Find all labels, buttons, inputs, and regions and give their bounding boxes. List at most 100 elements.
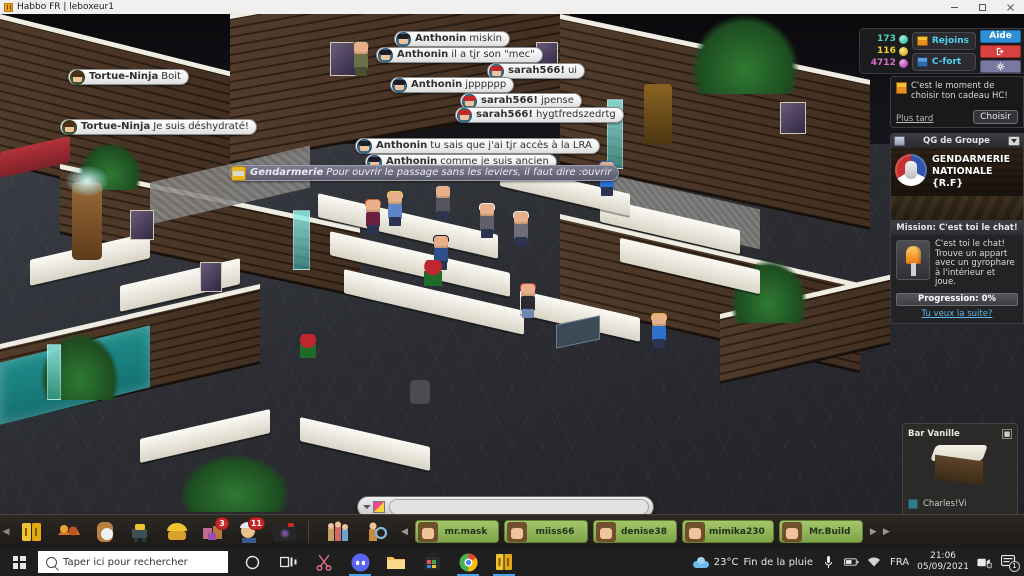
hc-toast-content: C'est le moment de choisir ton cadeau HC… [896,81,1018,101]
chat-bubble-system[interactable]: Gendarmerie Pour ouvrir le passage sans … [229,165,620,181]
avatar[interactable] [434,185,452,220]
hud-action-list: Aide [980,29,1021,73]
currency-credits[interactable]: 116 [865,46,908,57]
help-button[interactable]: Aide [980,29,1021,43]
chat-bubble[interactable]: Anthonin il a tjr son "mec" [376,47,543,63]
task-view-icon[interactable] [270,548,306,576]
ducket-icon [898,58,908,68]
avatar[interactable] [650,313,668,348]
cortana-icon[interactable] [234,548,270,576]
snipping-tool-icon[interactable] [306,548,342,576]
mission-progress: Progression: 0% [896,292,1018,306]
currency-list: 173 116 4712 [865,34,908,69]
avatar [418,521,438,542]
chat-color-swatch [373,501,385,513]
taskbar-icons [234,548,522,576]
friends-list-icon[interactable] [323,518,353,546]
inventory-icon[interactable]: 3 [198,516,229,546]
friends-group [317,518,399,546]
friend-chat-list: ◀ mr.mask miiss66 denise38 mimika230 Mr.… [399,520,1024,543]
windows-start-icon[interactable] [0,548,38,576]
microphone-icon[interactable] [821,555,836,569]
navigator-icon[interactable] [54,518,84,546]
google-chrome-icon[interactable] [450,548,486,576]
chat-style-icon[interactable] [361,498,387,514]
discord-icon[interactable] [342,548,378,576]
avatar [781,521,802,542]
camera-icon[interactable] [270,518,300,546]
microsoft-store-icon[interactable] [414,548,450,576]
chat-avatar-icon [62,119,77,135]
friend-chat-tab[interactable]: denise38 [593,520,677,543]
chat-bubble[interactable]: sarah566! hygtfredszedrtg [455,107,624,123]
chat-bubble[interactable]: Tortue-Ninja Je suis déshydraté! [60,119,257,135]
owner-icon [908,499,918,509]
choose-button[interactable]: Choisir [973,110,1018,124]
avatar[interactable] [364,199,382,234]
chevron-right-icon[interactable]: ▶ [881,523,892,541]
avatar[interactable] [478,203,496,238]
habbo-app-icon[interactable] [486,548,522,576]
avatar[interactable] [519,283,537,318]
search-icon [46,556,57,568]
cfort-button[interactable]: C-fort [911,52,977,71]
avatar [685,521,705,542]
chat-input[interactable] [389,499,649,514]
taskbar-search[interactable]: Taper ici pour rechercher [38,551,228,573]
chat-bubble[interactable]: Anthonin tu sais que j'ai tjr accès à la… [355,138,600,154]
avatar[interactable] [386,191,404,226]
avatar-profile-icon[interactable] [90,518,120,546]
screen: Habbo FR | leboxeur1 Tortue-Ninja Boit T… [0,0,1024,576]
habbo-home-icon[interactable] [18,518,48,546]
chevron-right-icon[interactable]: ▶ [868,523,879,541]
pet-dog[interactable] [470,406,492,428]
weather-condition: Fin de la pluie [743,556,813,568]
friend-chat-tab[interactable]: mimika230 [682,520,774,543]
avatar[interactable] [512,211,530,246]
friend-chat-tab[interactable]: miiss66 [504,520,588,543]
weather-widget[interactable]: 23°C Fin de la pluie [692,556,813,568]
pet-dog[interactable] [410,380,430,404]
wifi-icon[interactable] [867,556,882,568]
logout-button[interactable] [980,44,1021,58]
chat-bubble[interactable]: Anthonin jpppppp [390,77,515,93]
later-link[interactable]: Plus tard [896,114,933,124]
friend-chat-tab[interactable]: mr.mask [415,520,499,543]
chat-bubble[interactable]: Tortue-Ninja Boit [68,69,189,85]
game-toolbar: ◀ 3 11 ◀ mr.mask miiss66 denise38 mimika… [0,514,1024,548]
action-center-icon[interactable]: 1 [1000,555,1020,572]
language-indicator[interactable]: FRA [890,557,909,568]
chevron-down-icon[interactable] [1008,136,1020,146]
group-hq-body[interactable]: GENDARMERIE NATIONALE {R.F} [891,148,1023,196]
chevron-left-icon[interactable]: ◀ [399,523,410,541]
close-icon[interactable] [996,0,1024,14]
gift-icon [896,82,907,94]
currency-duckets[interactable]: 4712 [865,58,908,69]
taskbar-clock[interactable]: 21:06 05/09/2021 [917,551,969,573]
chat-author: Tortue-Ninja [81,121,151,132]
file-explorer-icon[interactable] [378,548,414,576]
close-icon[interactable]: ■ [1002,429,1012,439]
rejoins-button[interactable]: Rejoins [911,31,977,50]
settings-button[interactable] [980,59,1021,73]
mission-more-link[interactable]: Tu veux la suite? [891,309,1023,323]
meet-now-icon[interactable] [977,556,992,569]
avatar[interactable] [352,41,370,76]
friend-search-icon[interactable] [363,518,393,546]
room-info-card: Bar Vanille ■ Charles!Vi [902,423,1018,514]
helper-icon[interactable] [162,518,192,546]
chat-input-bar[interactable] [357,496,654,514]
chat-bubble[interactable]: Anthonin miskin [394,31,510,47]
rose-bouquet [424,260,442,286]
currency-diamonds[interactable]: 173 [865,34,908,45]
game-viewport[interactable]: Tortue-Ninja Boit Tortue-Ninja Je suis d… [0,14,1024,514]
chevron-left-icon[interactable]: ◀ [0,515,12,549]
credit-amount: 116 [877,45,896,56]
catalogue-icon[interactable] [126,518,156,546]
builders-club-icon[interactable]: 11 [234,516,265,546]
battery-icon[interactable] [844,557,859,567]
minimize-icon[interactable] [940,0,968,14]
friend-chat-tab[interactable]: Mr.Build [778,520,863,543]
wall-picture [200,262,222,292]
maximize-icon[interactable] [968,0,996,14]
